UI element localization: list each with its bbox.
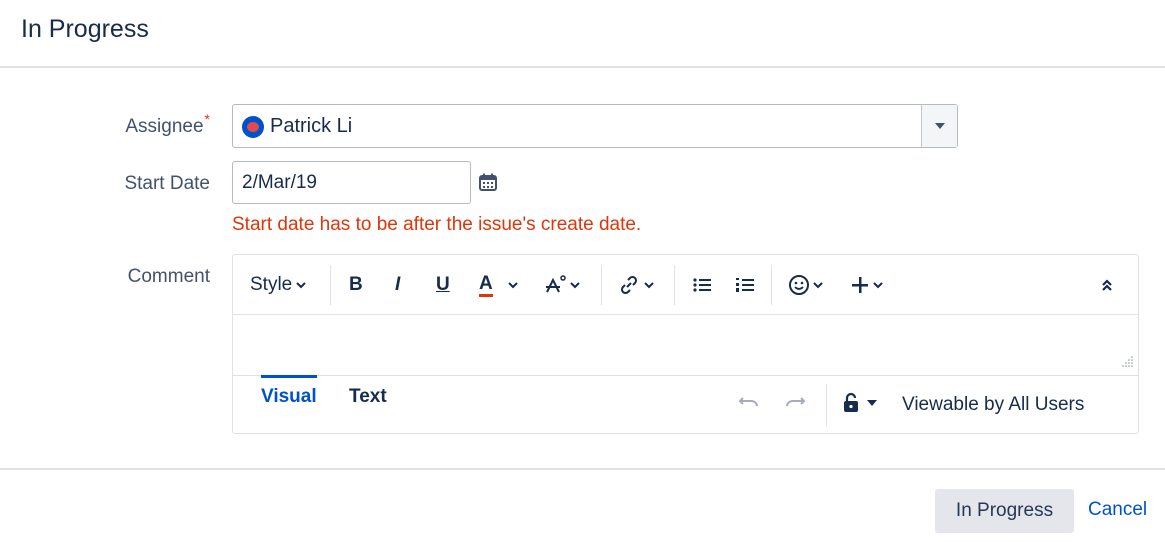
italic-icon: I: [395, 274, 401, 295]
bold-button[interactable]: B: [349, 271, 363, 299]
plus-icon: [852, 277, 868, 293]
chevron-down-icon: [873, 282, 883, 289]
calendar-icon[interactable]: [478, 172, 498, 192]
footer-divider: [826, 384, 827, 426]
start-date-label: Start Date: [124, 173, 210, 194]
underline-button[interactable]: U: [436, 271, 450, 299]
double-chevron-up-icon: [1102, 279, 1112, 291]
chevron-down-icon: [813, 282, 823, 289]
text-color-icon: A: [479, 273, 493, 297]
dropdown-arrow-icon[interactable]: [921, 105, 957, 147]
caret-down-icon: [867, 400, 877, 406]
bold-icon: B: [349, 274, 363, 295]
assignee-select[interactable]: Patrick Li: [232, 104, 958, 148]
comment-editor: Style B I U A Visual Text Viewable by Al…: [232, 254, 1139, 434]
comment-label: Comment: [127, 266, 210, 287]
chevron-down-icon: [644, 282, 654, 289]
tab-text[interactable]: Text: [349, 386, 387, 408]
toolbar-divider: [601, 265, 602, 305]
numbered-list-icon: [736, 278, 754, 292]
bullet-list-button[interactable]: [692, 271, 712, 299]
required-marker: *: [204, 111, 210, 127]
editor-toolbar: Style B I U A: [233, 255, 1138, 315]
toolbar-divider: [771, 265, 772, 305]
avatar: [242, 116, 264, 138]
more-formatting-button[interactable]: [545, 271, 581, 299]
underline-icon: U: [436, 274, 450, 295]
comment-textarea[interactable]: [233, 315, 1138, 375]
assignee-value: Patrick Li: [270, 115, 353, 137]
bullet-list-icon: [693, 278, 711, 292]
link-icon: [620, 275, 638, 295]
text-color-button[interactable]: A: [479, 271, 519, 299]
collapse-toolbar-button[interactable]: [1100, 271, 1114, 299]
emoji-button[interactable]: [788, 271, 824, 299]
chevron-down-icon: [296, 282, 306, 289]
footer-divider: [0, 468, 1165, 470]
more-formatting-icon: [546, 275, 566, 293]
assignee-label: Assignee*: [125, 111, 210, 137]
start-date-error: Start date has to be after the issue's c…: [232, 214, 642, 235]
visibility-label: Viewable by All Users: [902, 394, 1085, 415]
tab-visual[interactable]: Visual: [261, 375, 317, 408]
resize-handle-icon[interactable]: [1122, 355, 1134, 367]
dialog-title: In Progress: [21, 15, 149, 43]
style-label: Style: [250, 274, 293, 295]
undo-icon[interactable]: [739, 394, 761, 408]
start-date-field[interactable]: [232, 161, 471, 204]
unlock-icon: [844, 392, 858, 412]
visibility-dropdown[interactable]: [841, 392, 878, 414]
numbered-list-button[interactable]: [735, 271, 755, 299]
emoji-icon: [789, 275, 809, 295]
start-date-input[interactable]: [233, 162, 470, 203]
chevron-down-icon: [508, 282, 518, 289]
submit-in-progress-button[interactable]: In Progress: [935, 489, 1074, 533]
italic-button[interactable]: I: [395, 271, 400, 299]
redo-icon[interactable]: [783, 394, 805, 408]
toolbar-divider: [330, 265, 331, 305]
editor-footer: Visual Text Viewable by All Users: [233, 375, 1138, 433]
dialog-header: In Progress: [0, 0, 1165, 68]
chevron-down-icon: [570, 282, 580, 289]
insert-more-button[interactable]: [850, 271, 884, 299]
toolbar-divider: [674, 265, 675, 305]
link-button[interactable]: [619, 271, 655, 299]
cancel-link[interactable]: Cancel: [1088, 499, 1147, 521]
style-dropdown[interactable]: Style: [250, 271, 307, 299]
